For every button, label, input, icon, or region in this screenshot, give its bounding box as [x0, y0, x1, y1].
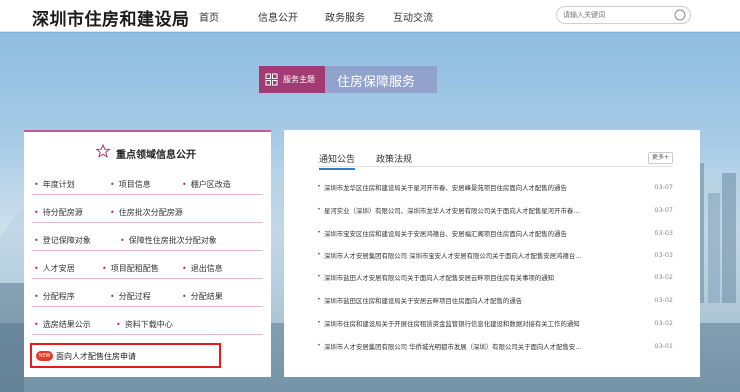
tab-divider — [317, 166, 673, 167]
news-title[interactable]: 深圳市盐田人才安居有限公司关于面向人才配售安居云畔项目住房有关事项的通知 — [324, 273, 642, 282]
news-date: 03-02 — [654, 296, 673, 304]
more-button[interactable]: 更多+ — [648, 152, 673, 164]
service-theme-tag: 服务主题 — [259, 66, 325, 93]
news-item[interactable]: 深圳市盐田人才安居有限公司关于面向人才配售安居云畔项目住房有关事项的通知 03-… — [317, 272, 673, 282]
news-item[interactable]: 深圳市龙华区住房和建设局关于星河开市春、安居峰景苑项目住房面向人才配售的通告 0… — [317, 182, 673, 192]
link-batch-allocation-recipients[interactable]: 保障性住房批次分配对象 — [120, 235, 217, 246]
link-download-center[interactable]: 资料下载中心 — [116, 319, 173, 330]
divider — [32, 306, 263, 307]
link-project-rent-sale[interactable]: 项目配租配售 — [102, 263, 159, 274]
banner-title-box: 住房保障服务 — [325, 66, 437, 93]
key-info-panel: 重点领域信息公开 年度计划 项目信息 棚户区改造 待分配房源 住房批次分配房源 … — [24, 130, 271, 377]
news-date: 03-03 — [654, 229, 673, 237]
link-exit-info[interactable]: 退出信息 — [182, 263, 223, 274]
news-item[interactable]: 星河实业（深圳）有限公司、深圳市龙华人才安居有限公司关于面向人才配售星河开市春.… — [317, 205, 673, 215]
news-date: 03-02 — [654, 319, 673, 327]
link-allocation-process[interactable]: 分配过程 — [110, 291, 151, 302]
link-registered-recipients[interactable]: 登记保障对象 — [34, 235, 91, 246]
nav-home[interactable]: 首页 — [199, 9, 219, 24]
nav-gov-services[interactable]: 政务服务 — [325, 9, 365, 24]
nav-interaction[interactable]: 互动交流 — [393, 9, 433, 24]
news-item[interactable]: 深圳市人才安居集团有限公司 华侨城光明都市发展（深圳）有限公司关于面向人才配售安… — [317, 341, 673, 351]
link-allocation-result[interactable]: 分配结果 — [182, 291, 223, 302]
news-item[interactable]: 深圳市人才安居集团有限公司 深圳市宝安人才安居有限公司关于面向人才配售安居鸿禧台… — [317, 250, 673, 260]
panel-title: 重点领域信息公开 — [116, 150, 196, 161]
divider — [32, 222, 263, 223]
news-date: 03-07 — [654, 206, 673, 214]
tab-policies[interactable]: 政策法规 — [376, 152, 412, 165]
link-talent-housing[interactable]: 人才安居 — [34, 263, 75, 274]
link-allocation-procedure[interactable]: 分配程序 — [34, 291, 75, 302]
search-icon[interactable] — [674, 9, 686, 21]
news-date: 03-01 — [654, 342, 673, 350]
tab-notices[interactable]: 通知公告 — [319, 152, 356, 170]
news-title[interactable]: 深圳市人才安居集团有限公司 华侨城光明都市发展（深圳）有限公司关于面向人才配售安… — [324, 342, 642, 351]
divider — [32, 278, 263, 279]
divider — [32, 334, 263, 335]
link-batch-allocation-housing[interactable]: 住房批次分配房源 — [110, 207, 183, 218]
site-header: 深圳市住房和建设局 首页 信息公开 政务服务 互动交流 — [0, 0, 740, 32]
news-title[interactable]: 深圳市盐田区住房和建设局关于安居云畔项目住房面向人才配售的通告 — [324, 296, 642, 305]
search-box — [556, 6, 691, 24]
news-title[interactable]: 深圳市人才安居集团有限公司 深圳市宝安人才安居有限公司关于面向人才配售安居鸿禧台… — [324, 251, 642, 260]
nav-info-disclosure[interactable]: 信息公开 — [258, 9, 298, 24]
news-date: 03-07 — [654, 183, 673, 191]
search-input[interactable] — [563, 9, 671, 21]
service-theme-label: 服务主题 — [283, 75, 315, 84]
site-logo[interactable]: 深圳市住房和建设局 — [32, 5, 190, 30]
divider — [32, 194, 263, 195]
link-housing-to-allocate[interactable]: 待分配房源 — [34, 207, 83, 218]
talent-housing-application-label: 面向人才配售住房申请 — [56, 352, 136, 361]
news-panel: 通知公告 政策法规 更多+ 深圳市龙华区住房和建设局关于星河开市春、安居峰景苑项… — [284, 130, 700, 377]
link-annual-plan[interactable]: 年度计划 — [34, 179, 75, 190]
banner-title: 住房保障服务 — [337, 75, 416, 90]
grid-icon — [265, 73, 278, 86]
link-project-info[interactable]: 项目信息 — [110, 179, 151, 190]
news-title[interactable]: 星河实业（深圳）有限公司、深圳市龙华人才安居有限公司关于面向人才配售星河开市春.… — [324, 206, 642, 215]
news-title[interactable]: 深圳市龙华区住房和建设局关于星河开市春、安居峰景苑项目住房面向人才配售的通告 — [324, 183, 642, 192]
link-selection-result[interactable]: 选房结果公示 — [34, 319, 91, 330]
news-date: 03-02 — [654, 273, 673, 281]
news-title[interactable]: 深圳市宝安区住房和建设局关于安居鸿禧台、安居福汇阁项目住房面向人才配售的通告 — [324, 229, 642, 238]
news-item[interactable]: 深圳市盐田区住房和建设局关于安居云畔项目住房面向人才配售的通告 03-02 — [317, 295, 673, 305]
news-item[interactable]: 深圳市住房和建设局关于开展住房租赁资金监管银行信息化建设和数据对接有关工作的通知… — [317, 318, 673, 328]
news-item[interactable]: 深圳市宝安区住房和建设局关于安居鸿禧台、安居福汇阁项目住房面向人才配售的通告 0… — [317, 228, 673, 238]
news-date: 03-03 — [654, 251, 673, 259]
divider — [32, 250, 263, 251]
news-title[interactable]: 深圳市住房和建设局关于开展住房租赁资金监管银行信息化建设和数据对接有关工作的通知 — [324, 319, 642, 328]
new-badge: NEW — [36, 351, 53, 361]
star-icon — [96, 144, 110, 158]
talent-housing-application-link[interactable]: NEW 面向人才配售住房申请 — [30, 343, 221, 368]
link-shantytown-renovation[interactable]: 棚户区改造 — [182, 179, 231, 190]
